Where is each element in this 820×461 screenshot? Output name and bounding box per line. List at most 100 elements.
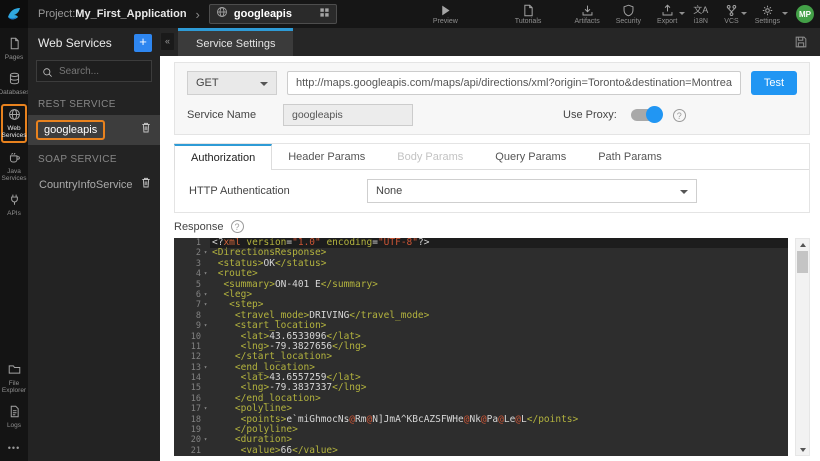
artifacts-button[interactable]: Artifacts — [568, 4, 605, 25]
search-input[interactable] — [36, 60, 152, 82]
app-window: Project:My_First_Application › googleapi… — [0, 0, 820, 461]
http-authentication-select[interactable]: None — [367, 179, 697, 203]
sidebar-item-databases[interactable]: Databases — [0, 69, 30, 99]
breadcrumb-project: Project:My_First_Application — [38, 8, 187, 20]
i18n-button[interactable]: 文A i18N — [687, 4, 714, 25]
add-service-button[interactable]: + — [134, 34, 152, 52]
tab-path-params[interactable]: Path Params — [582, 144, 678, 169]
line-number: 6 ▾ — [174, 290, 210, 300]
panel-title: Web Services — [38, 36, 112, 50]
editor-scrollbar[interactable] — [795, 238, 810, 456]
user-avatar[interactable]: MP — [796, 5, 814, 23]
fold-arrow-icon[interactable]: ▾ — [201, 300, 210, 310]
branch-icon — [725, 4, 738, 17]
service-selector-dropdown[interactable]: googleapis — [208, 4, 337, 24]
sidebar-item-pages[interactable]: Pages — [1, 34, 27, 64]
line-number: 17 ▾ — [174, 404, 210, 414]
web-services-panel: Web Services + REST SERVICE googleapis SOA… — [28, 28, 160, 461]
request-url-input[interactable] — [287, 71, 741, 95]
page-icon — [8, 37, 21, 52]
play-icon — [439, 4, 452, 17]
line-number: 15 — [190, 383, 201, 394]
save-icon[interactable] — [794, 28, 808, 56]
code-line: 21 <value>66</value> — [174, 445, 788, 456]
fold-arrow-icon[interactable]: ▾ — [201, 435, 210, 445]
fold-arrow-icon[interactable]: ▾ — [201, 290, 210, 300]
selected-service-name: googleapis — [233, 8, 292, 20]
fold-arrow-icon[interactable]: ▾ — [201, 269, 210, 279]
security-button[interactable]: Security — [610, 4, 647, 25]
sidebar-item-web-services[interactable]: Web Services — [1, 104, 27, 143]
response-label: Response — [174, 220, 224, 233]
settings-button[interactable]: Settings — [749, 4, 788, 25]
vcs-button[interactable]: VCS — [718, 4, 747, 25]
http-method-select[interactable]: GET — [187, 71, 277, 95]
fold-arrow-icon[interactable]: ▾ — [201, 248, 210, 258]
chevron-down-icon — [782, 11, 788, 15]
line-number: 18 — [190, 414, 201, 425]
tutorials-button[interactable]: Tutorials — [509, 4, 548, 25]
section-label: SOAP SERVICE — [38, 154, 117, 165]
line-number: 13 ▾ — [174, 363, 210, 373]
sidebar-item-logs[interactable]: Logs — [1, 402, 27, 432]
line-number: 14 — [190, 373, 201, 384]
fold-arrow-icon[interactable]: ▾ — [201, 321, 210, 331]
collapse-panel-button[interactable]: « — [161, 33, 174, 50]
scroll-down-icon[interactable] — [796, 444, 809, 455]
response-editor[interactable]: 1 <?xml version="1.0" encoding="UTF-8"?> 2… — [174, 238, 788, 456]
line-number: 20 ▾ — [174, 435, 210, 445]
shield-icon — [622, 4, 635, 17]
service-item-countryinfoservice[interactable]: CountryInfoService — [28, 170, 160, 200]
top-bar: Project:My_First_Application › googleapi… — [0, 0, 820, 28]
line-number: 9 ▾ — [174, 321, 210, 331]
line-number: 5 — [195, 279, 201, 290]
tab-header-params[interactable]: Header Params — [272, 144, 381, 169]
globe-icon — [8, 108, 21, 123]
wavemaker-logo[interactable] — [0, 0, 28, 28]
editor-tab-bar: « Service Settings — [160, 28, 820, 56]
section-label: REST SERVICE — [38, 99, 116, 110]
toggle-knob — [645, 106, 663, 123]
sidebar-item-apis[interactable]: APIs — [1, 190, 27, 220]
tab-service-settings[interactable]: Service Settings — [178, 28, 294, 56]
service-name-label: Service Name — [187, 109, 257, 121]
service-name: CountryInfoService — [39, 179, 133, 191]
topbar-actions: Artifacts Security Export 文A i18N VCS Settings… — [568, 4, 820, 25]
test-button[interactable]: Test — [751, 71, 797, 95]
left-icon-rail: Pages Databases Web Services Java Services A… — [0, 28, 30, 461]
chevron-down-icon — [679, 11, 686, 15]
response-help-icon[interactable]: ? — [230, 220, 244, 233]
scroll-up-icon[interactable] — [796, 239, 809, 250]
export-upload-icon — [661, 4, 674, 17]
line-number: 8 — [195, 310, 201, 321]
plug-icon — [8, 193, 21, 208]
line-number: 21 — [190, 445, 201, 456]
preview-button[interactable]: Preview — [427, 4, 464, 25]
folder-icon — [8, 363, 21, 378]
sidebar-item-java-services[interactable]: Java Services — [1, 148, 27, 185]
chevron-down-icon — [740, 11, 747, 15]
sidebar-item-file-explorer[interactable]: File Explorer — [1, 360, 27, 397]
trash-icon[interactable] — [140, 121, 152, 139]
fold-arrow-icon[interactable]: ▾ — [201, 404, 210, 414]
service-item-googleapis[interactable]: googleapis — [28, 115, 160, 145]
more-options-icon[interactable]: ••• — [8, 437, 20, 461]
line-number: 7 ▾ — [174, 300, 210, 310]
scrollbar-thumb[interactable] — [797, 251, 808, 273]
fold-arrow-icon[interactable]: ▾ — [201, 363, 210, 373]
tab-authorization[interactable]: Authorization — [174, 144, 273, 170]
http-authentication-label: HTTP Authentication — [189, 185, 290, 197]
service-name-input[interactable] — [283, 104, 413, 126]
tab-query-params[interactable]: Query Params — [479, 144, 582, 169]
use-proxy-toggle[interactable] — [630, 106, 663, 123]
trash-icon[interactable] — [140, 176, 152, 194]
request-form: GET Test Service Name Use Proxy: ? — [174, 62, 810, 135]
translate-icon: 文A — [693, 4, 709, 15]
proxy-help-icon[interactable]: ? — [672, 108, 686, 122]
chevron-right-icon: › — [195, 6, 200, 22]
code-line: 6 ▾ <leg> — [174, 289, 788, 300]
line-number: 16 — [190, 393, 201, 404]
globe-icon — [216, 5, 228, 23]
export-button[interactable]: Export — [651, 4, 686, 25]
grid-icon[interactable] — [319, 5, 330, 23]
